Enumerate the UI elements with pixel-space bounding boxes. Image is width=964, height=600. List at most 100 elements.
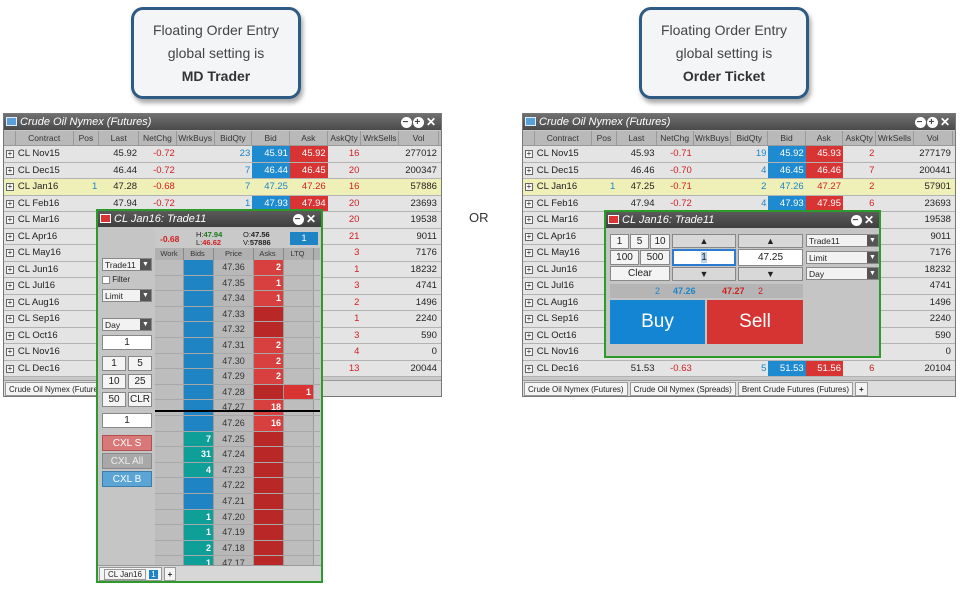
table-row[interactable]: + CL Jan16 1 47.28 -0.68 7 47.25 47.26 16 57886 <box>4 179 441 196</box>
ladder-ask-cell[interactable] <box>254 509 284 525</box>
order-type-select[interactable]: Limit ▼ <box>102 289 152 302</box>
ladder-row[interactable]: 47.22 <box>155 478 320 494</box>
expand-icon[interactable]: + <box>523 295 535 311</box>
ladder-ask-cell[interactable] <box>254 384 284 400</box>
qty-button-10[interactable]: 10 <box>102 374 126 389</box>
tif-select[interactable]: Day ▼ <box>102 318 152 331</box>
add-icon[interactable]: + <box>926 116 938 128</box>
column-header[interactable]: AskQty <box>843 131 877 145</box>
ladder-row[interactable]: 47.32 <box>155 322 320 338</box>
ladder-ask-cell[interactable]: 2 <box>254 353 284 369</box>
expand-icon[interactable]: + <box>523 311 535 327</box>
column-header[interactable]: NetChg <box>657 131 694 145</box>
expand-icon[interactable]: + <box>4 212 16 228</box>
cancel-all-button[interactable]: CXL All <box>102 453 152 469</box>
add-tab-button[interactable]: + <box>163 567 177 581</box>
ladder-bid-cell[interactable] <box>184 369 214 384</box>
ladder-row[interactable]: 47.35 1 <box>155 275 320 292</box>
ticket-order-type-select[interactable]: Limit ▼ <box>806 251 879 264</box>
expand-icon[interactable]: + <box>523 229 535 245</box>
expand-icon[interactable]: + <box>4 328 16 344</box>
ladder-bid-cell[interactable] <box>184 384 214 400</box>
qty-up-button[interactable]: ▲ <box>672 234 736 248</box>
expand-icon[interactable]: + <box>523 146 535 162</box>
tab-market[interactable]: Crude Oil Nymex (Futures) <box>524 382 628 396</box>
ladder-row[interactable]: 31 47.24 <box>155 447 320 463</box>
expand-icon[interactable]: + <box>4 361 16 377</box>
ladder-work-cell[interactable] <box>155 337 184 353</box>
expand-icon[interactable]: + <box>523 245 535 261</box>
ladder-ask-cell[interactable] <box>254 493 284 509</box>
table-row[interactable]: + CL Dec15 46.44 -0.72 7 46.44 46.45 20 200347 <box>4 162 441 179</box>
ladder-work-cell[interactable] <box>155 275 184 291</box>
tab-market[interactable]: Brent Crude Futures (Futures) <box>737 382 853 396</box>
expand-icon[interactable]: + <box>4 229 16 245</box>
column-header[interactable]: BidQty <box>215 131 253 145</box>
ticket-qty-button-5[interactable]: 5 <box>630 234 649 249</box>
ladder-work-cell[interactable] <box>155 431 184 447</box>
column-header[interactable]: Bid <box>252 131 290 145</box>
ladder-work-cell[interactable] <box>155 478 184 493</box>
ladder-work-cell[interactable] <box>155 369 184 384</box>
column-header[interactable]: Contract <box>535 131 592 145</box>
ladder-bid-cell[interactable]: 2 <box>184 540 214 556</box>
ladder-row[interactable]: 47.31 2 <box>155 337 320 354</box>
ticket-tif-select[interactable]: Day ▼ <box>806 267 879 280</box>
ladder-work-cell[interactable] <box>155 447 184 462</box>
ladder-row[interactable]: 4 47.23 <box>155 462 320 479</box>
column-header[interactable]: WrkBuys <box>694 131 732 145</box>
ladder-work-cell[interactable] <box>155 509 184 525</box>
ladder-work-cell[interactable] <box>155 384 184 400</box>
column-header[interactable]: WrkSells <box>876 131 914 145</box>
ladder-work-cell[interactable] <box>155 462 184 478</box>
ladder-bid-cell[interactable] <box>184 260 214 275</box>
ticket-qty-button-500[interactable]: 500 <box>640 250 670 265</box>
close-icon[interactable]: ✕ <box>940 114 952 130</box>
quantity-input[interactable]: 1 <box>102 335 152 350</box>
ladder-bid-cell[interactable] <box>184 415 214 431</box>
ladder-ask-cell[interactable] <box>254 322 284 337</box>
ladder-bid-cell[interactable]: 4 <box>184 462 214 478</box>
minimize-icon[interactable]: − <box>400 116 412 128</box>
ladder-ask-cell[interactable] <box>254 447 284 462</box>
expand-icon[interactable]: + <box>4 146 16 162</box>
expand-icon[interactable]: + <box>4 344 16 360</box>
column-header[interactable]: Vol <box>914 131 953 145</box>
ladder-bid-cell[interactable] <box>184 275 214 291</box>
qty-button-50[interactable]: 50 <box>102 392 126 407</box>
table-row[interactable]: + CL Nov15 45.92 -0.72 23 45.91 45.92 16 277012 <box>4 146 441 163</box>
table-row[interactable]: + CL Dec16 51.53 -0.63 5 51.53 51.56 6 20104 <box>523 360 955 377</box>
expand-icon[interactable]: + <box>523 212 535 228</box>
ladder-row[interactable]: 7 47.25 <box>155 431 320 448</box>
ladder-row[interactable]: 47.36 2 <box>155 260 320 276</box>
account-select[interactable]: Trade11 ▼ <box>102 258 152 271</box>
ladder-ask-cell[interactable] <box>254 525 284 540</box>
ladder-row[interactable]: 1 47.19 <box>155 525 320 541</box>
tab-market[interactable]: Crude Oil Nymex (Spreads) <box>629 382 736 396</box>
ladder-work-cell[interactable] <box>155 540 184 556</box>
ladder-ask-cell[interactable] <box>254 306 284 322</box>
minimize-icon[interactable]: − <box>914 116 926 128</box>
close-icon[interactable]: ✕ <box>426 114 438 130</box>
table-row[interactable]: + CL Dec15 46.46 -0.70 4 46.45 46.46 7 200441 <box>523 162 955 179</box>
expand-icon[interactable]: + <box>523 179 535 195</box>
ladder-bid-cell[interactable]: 7 <box>184 431 214 447</box>
expand-icon[interactable]: + <box>523 163 535 179</box>
expand-icon[interactable]: + <box>4 311 16 327</box>
ladder-bid-cell[interactable] <box>184 478 214 493</box>
expand-icon[interactable]: + <box>4 163 16 179</box>
ladder-bid-cell[interactable] <box>184 322 214 337</box>
filter-checkbox[interactable]: Filter <box>102 275 130 284</box>
ladder-work-cell[interactable] <box>155 400 184 415</box>
ladder-row[interactable]: 47.30 2 <box>155 353 320 370</box>
expand-icon[interactable]: + <box>523 328 535 344</box>
ladder-ask-cell[interactable] <box>254 540 284 556</box>
ladder-bid-cell[interactable] <box>184 337 214 353</box>
add-icon[interactable]: + <box>412 116 424 128</box>
ladder-bid-cell[interactable] <box>184 493 214 509</box>
column-header[interactable]: Bid <box>768 131 806 145</box>
column-header[interactable]: Ask <box>290 131 328 145</box>
ladder-row[interactable]: 47.34 1 <box>155 291 320 307</box>
ladder-ask-cell[interactable] <box>254 462 284 478</box>
ticket-qty-button-100[interactable]: 100 <box>610 250 639 265</box>
